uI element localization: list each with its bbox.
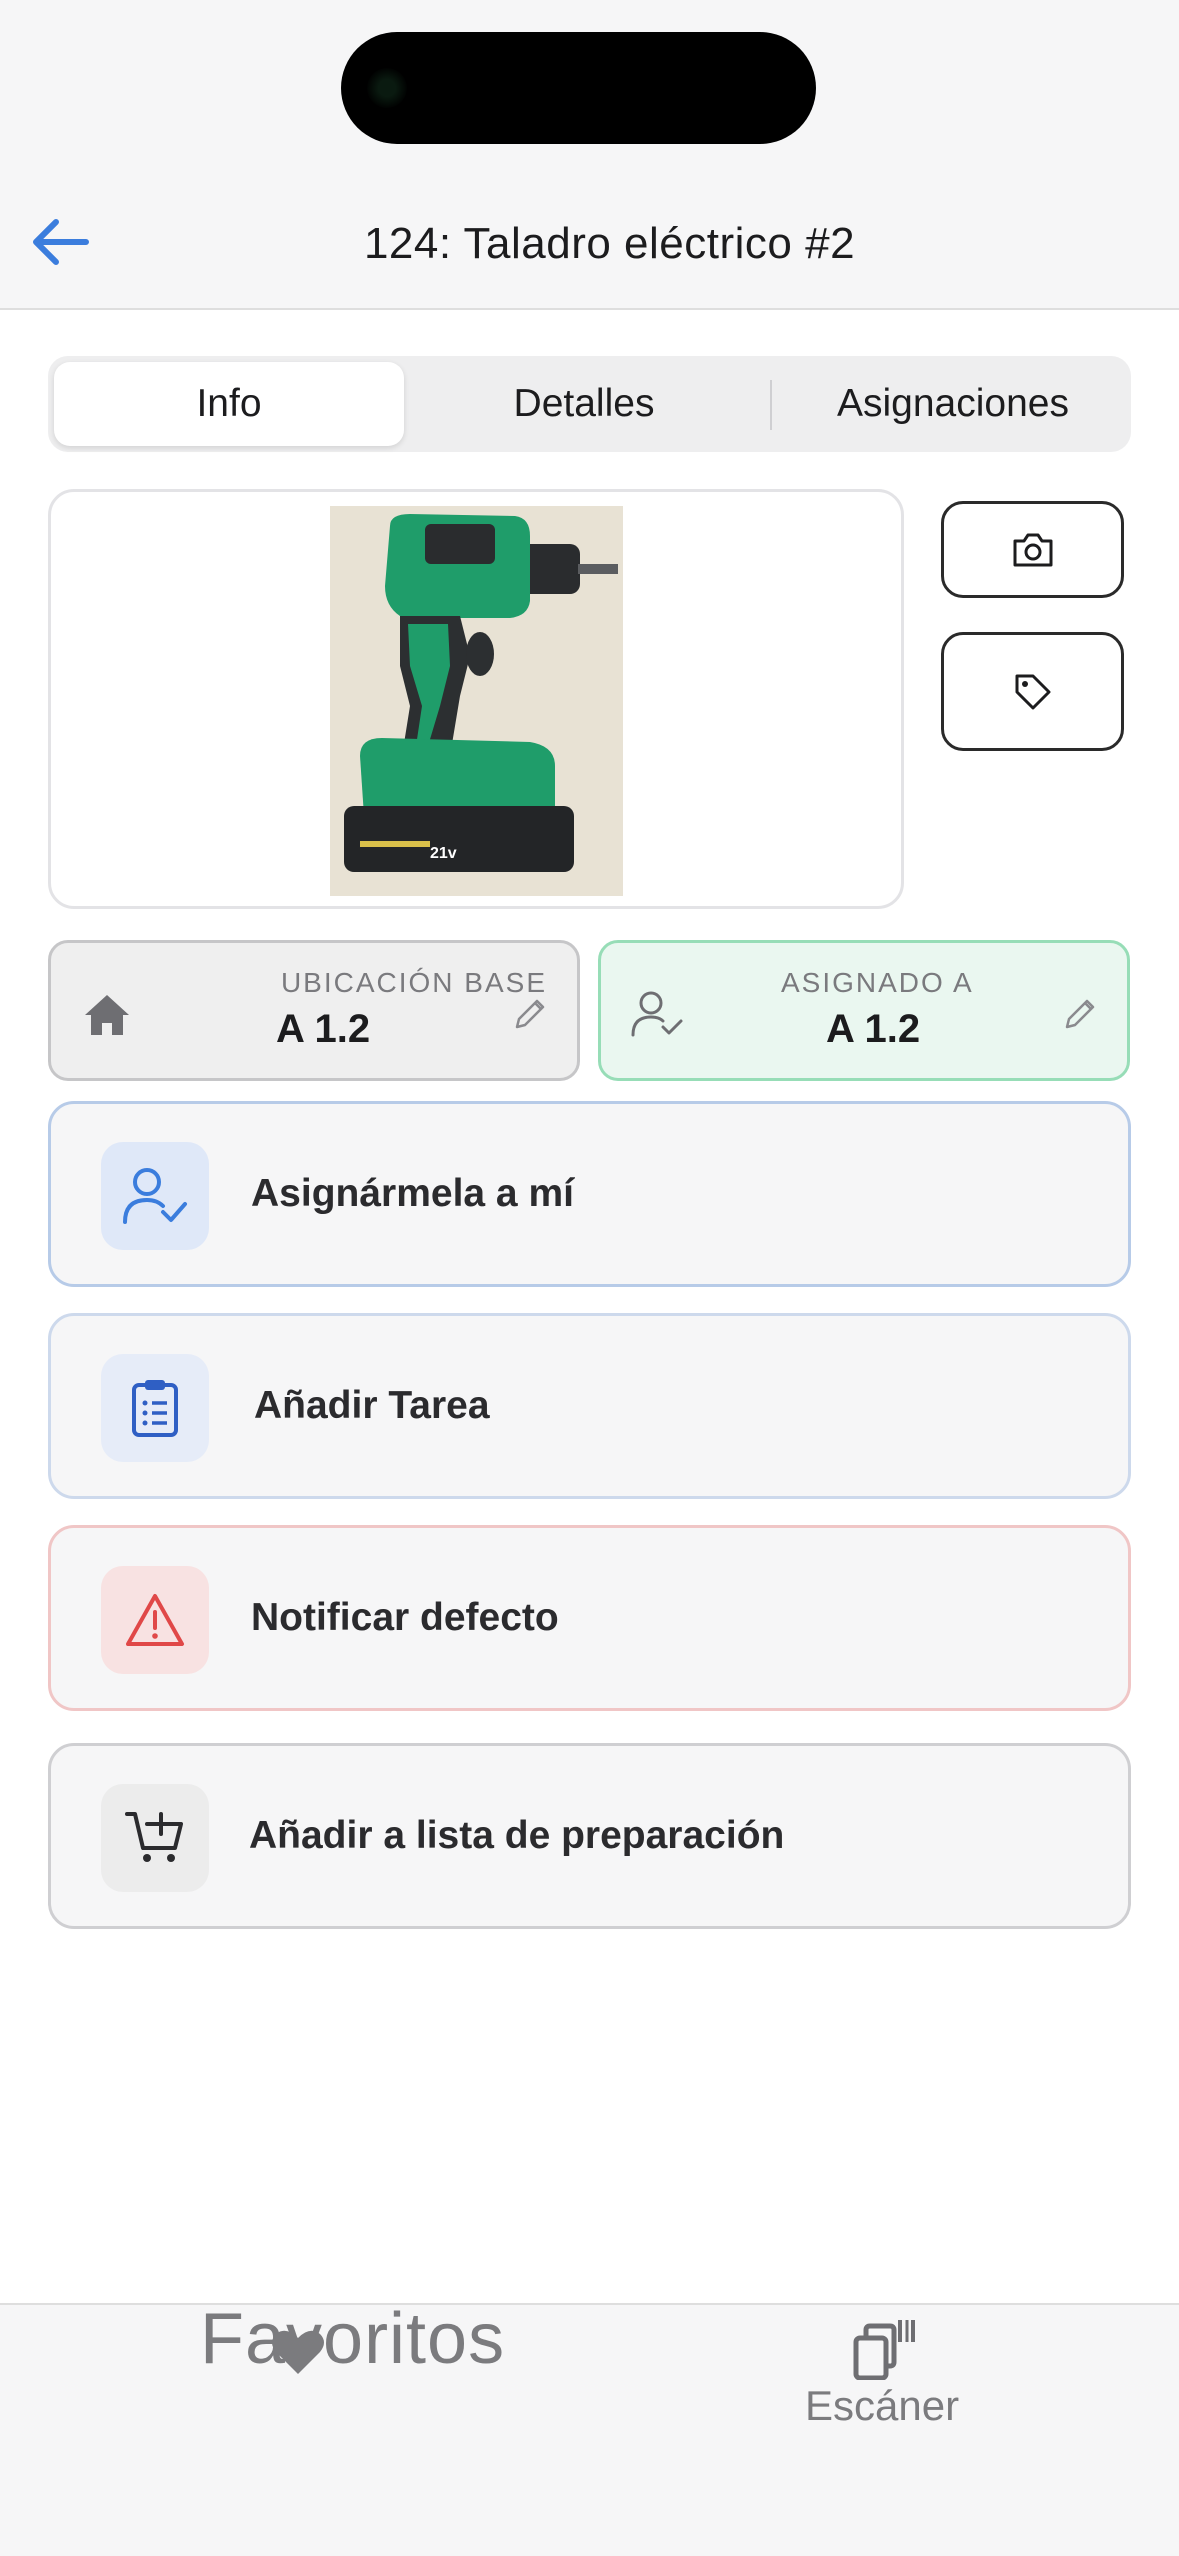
item-image-card[interactable]: 21v	[48, 489, 904, 909]
assigned-to-chip[interactable]: ASIGNADO A A 1.2	[598, 940, 1130, 1081]
tag-icon	[1015, 674, 1050, 709]
heart-icon	[272, 2330, 324, 2374]
assign-to-me-button[interactable]: Asignármela a mí	[48, 1101, 1131, 1287]
camera-icon	[1013, 533, 1052, 566]
arrow-left-icon	[33, 219, 89, 265]
drill-image: 21v	[330, 506, 623, 896]
add-to-picklist-label: Añadir a lista de preparación	[249, 1814, 785, 1857]
item-photo: 21v	[330, 506, 623, 896]
tab-divider	[770, 380, 772, 430]
item-detail-screen: 124: Taladro eléctrico #2 Info Detalles …	[0, 0, 1179, 2556]
back-button[interactable]	[24, 206, 96, 278]
alert-triangle-icon	[101, 1566, 209, 1674]
assign-to-me-label: Asignármela a mí	[251, 1172, 574, 1215]
assigned-to-label: ASIGNADO A	[781, 967, 974, 998]
battery-label: 21v	[430, 845, 457, 862]
dynamic-island	[341, 32, 816, 144]
page-title: 124: Taladro eléctrico #2	[363, 219, 856, 268]
favorites-label: Favoritos	[200, 2299, 506, 2379]
base-location-value: A 1.2	[276, 1007, 371, 1051]
add-task-label: Añadir Tarea	[254, 1384, 490, 1427]
pencil-icon[interactable]	[509, 995, 549, 1035]
report-defect-label: Notificar defecto	[251, 1596, 559, 1639]
header-bar: 124: Taladro eléctrico #2	[0, 0, 1179, 310]
user-check-icon	[101, 1142, 209, 1250]
add-task-button[interactable]: Añadir Tarea	[48, 1313, 1131, 1499]
add-to-picklist-button[interactable]: Añadir a lista de preparación	[48, 1743, 1131, 1929]
assigned-to-value: A 1.2	[826, 1007, 921, 1051]
base-location-chip[interactable]: UBICACIÓN BASE A 1.2	[48, 940, 580, 1081]
camera-lens	[367, 68, 407, 108]
tab-info[interactable]: Info	[54, 362, 404, 446]
base-location-label: UBICACIÓN BASE	[280, 967, 547, 998]
home-icon	[85, 995, 129, 1035]
clipboard-list-icon	[101, 1354, 209, 1462]
report-defect-button[interactable]: Notificar defecto	[48, 1525, 1131, 1711]
segmented-tabs: Info Detalles Asignaciones	[48, 356, 1131, 452]
scanner-label: Escáner	[805, 2382, 960, 2429]
tag-button[interactable]	[941, 632, 1124, 751]
tab-asignaciones[interactable]: Asignaciones	[778, 362, 1128, 446]
pencil-icon[interactable]	[1059, 995, 1099, 1035]
scanner-icon	[853, 2320, 915, 2380]
tab-detalles[interactable]: Detalles	[404, 362, 764, 446]
user-check-icon	[631, 991, 683, 1037]
cart-plus-icon	[101, 1784, 209, 1892]
camera-button[interactable]	[941, 501, 1124, 598]
bottom-tab-bar	[0, 2303, 1179, 2556]
